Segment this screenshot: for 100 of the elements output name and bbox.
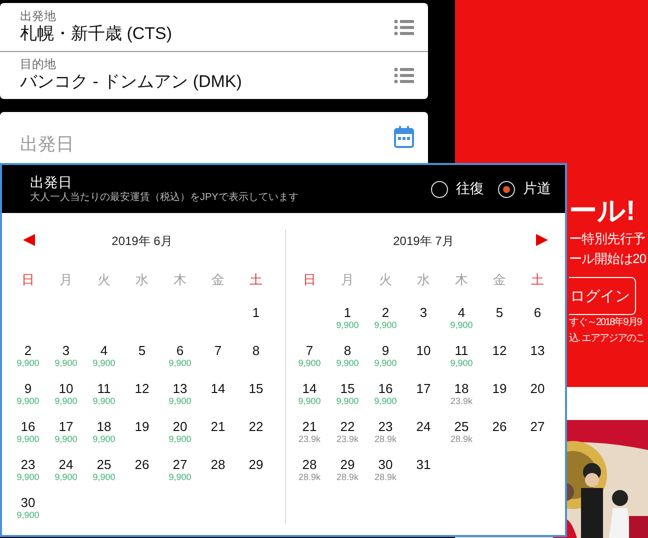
weekday-label: 日 xyxy=(22,271,34,289)
day-number[interactable]: 4 xyxy=(100,343,108,358)
field-label: 出発地 xyxy=(20,10,57,22)
weekday-label: 水 xyxy=(136,271,148,289)
day-number[interactable]: 10 xyxy=(58,381,74,396)
day-number[interactable]: 7 xyxy=(214,343,222,358)
promo-headline: ール! xyxy=(569,194,636,228)
day-number[interactable]: 13 xyxy=(530,343,545,358)
day-number[interactable]: 2 xyxy=(382,305,390,320)
fare-label: 9,900 xyxy=(54,358,78,369)
fare-label: 9,900 xyxy=(168,434,192,445)
day-number[interactable]: 20 xyxy=(172,419,188,434)
day-number[interactable]: 30 xyxy=(378,457,393,472)
day-number[interactable]: 5 xyxy=(496,305,504,320)
day-number[interactable]: 21 xyxy=(210,419,226,434)
day-number[interactable]: 6 xyxy=(176,343,184,358)
fare-label: 9,900 xyxy=(450,320,473,331)
day-number[interactable]: 26 xyxy=(134,457,150,472)
day-number[interactable]: 17 xyxy=(58,419,74,434)
fare-label: 9,900 xyxy=(336,396,359,407)
day-number[interactable]: 1 xyxy=(252,305,260,320)
day-number[interactable]: 8 xyxy=(252,343,260,358)
prev-month-arrow[interactable] xyxy=(23,234,35,246)
day-number[interactable]: 3 xyxy=(62,343,70,358)
day-number[interactable]: 21 xyxy=(302,419,317,434)
day-number[interactable]: 31 xyxy=(416,457,431,472)
weekday-label: 月 xyxy=(60,271,72,289)
fare-label: 9,900 xyxy=(450,358,473,369)
weekday-label: 金 xyxy=(492,271,506,289)
day-number[interactable]: 14 xyxy=(302,381,317,396)
day-number[interactable]: 18 xyxy=(454,381,469,396)
day-number[interactable]: 22 xyxy=(248,419,264,434)
day-number[interactable]: 4 xyxy=(458,305,466,320)
day-number[interactable]: 22 xyxy=(340,419,355,434)
day-number[interactable]: 12 xyxy=(492,343,507,358)
field-value: 札幌・新千歳 (CTS) xyxy=(20,22,172,44)
day-number[interactable]: 28 xyxy=(302,457,317,472)
day-number[interactable]: 16 xyxy=(378,381,393,396)
day-number[interactable]: 29 xyxy=(248,457,264,472)
day-number[interactable]: 19 xyxy=(134,419,150,434)
day-number[interactable]: 1 xyxy=(344,305,352,320)
day-number[interactable]: 8 xyxy=(344,343,352,358)
weekday-label: 火 xyxy=(98,271,110,289)
day-number[interactable]: 29 xyxy=(340,457,355,472)
day-number[interactable]: 24 xyxy=(58,457,74,472)
day-number[interactable]: 26 xyxy=(492,419,507,434)
day-number[interactable]: 23 xyxy=(378,419,393,434)
next-month-arrow[interactable] xyxy=(536,234,548,246)
field-value: バンコク - ドンムアン (DMK) xyxy=(20,71,242,93)
day-number[interactable]: 25 xyxy=(454,419,469,434)
weekday-label: 金 xyxy=(212,271,224,289)
weekday-label: 水 xyxy=(416,271,430,289)
radio-label[interactable]: 往復 xyxy=(456,180,484,198)
day-number[interactable]: 13 xyxy=(172,381,188,396)
weekday-label: 火 xyxy=(378,271,392,289)
fare-label: 28.9k xyxy=(374,472,396,483)
day-number[interactable]: 2 xyxy=(24,343,32,358)
airport-field[interactable]: 目的地 バンコク - ドンムアン (DMK) xyxy=(0,51,428,99)
day-number[interactable]: 25 xyxy=(96,457,112,472)
list-icon xyxy=(394,18,414,36)
day-number[interactable]: 15 xyxy=(248,381,264,396)
radio-button[interactable] xyxy=(431,180,448,198)
day-number[interactable]: 23 xyxy=(20,457,36,472)
calendar-icon xyxy=(394,126,414,148)
airport-field[interactable]: 出発地 札幌・新千歳 (CTS) xyxy=(0,3,428,51)
day-number[interactable]: 27 xyxy=(172,457,188,472)
day-number[interactable]: 16 xyxy=(20,419,36,434)
day-number[interactable]: 24 xyxy=(416,419,431,434)
fare-label: 28.9k xyxy=(336,472,358,483)
day-number[interactable]: 20 xyxy=(530,381,545,396)
day-number[interactable]: 5 xyxy=(138,343,146,358)
login-button[interactable]: ログイン xyxy=(569,277,636,315)
fare-label: 9,900 xyxy=(336,358,359,369)
day-number[interactable]: 19 xyxy=(492,381,507,396)
field-label: 目的地 xyxy=(20,58,57,71)
day-number[interactable]: 18 xyxy=(96,419,112,434)
day-number[interactable]: 27 xyxy=(530,419,545,434)
day-number[interactable]: 30 xyxy=(20,495,36,510)
promo-text: ー特別先行予 xyxy=(569,230,646,248)
day-number[interactable]: 17 xyxy=(416,381,431,396)
day-number[interactable]: 14 xyxy=(210,381,226,396)
fare-label: 9,900 xyxy=(92,396,116,407)
radio-button[interactable] xyxy=(498,180,515,198)
day-number[interactable]: 9 xyxy=(24,381,32,396)
day-number[interactable]: 6 xyxy=(534,305,542,320)
day-number[interactable]: 7 xyxy=(306,343,314,358)
fare-label: 9,900 xyxy=(168,396,192,407)
fare-label: 9,900 xyxy=(374,320,397,331)
day-number[interactable]: 9 xyxy=(382,343,390,358)
fare-label: 23.9k xyxy=(450,396,472,407)
day-number[interactable]: 15 xyxy=(340,381,355,396)
day-number[interactable]: 11 xyxy=(97,381,111,396)
day-number[interactable]: 11 xyxy=(454,343,468,358)
day-number[interactable]: 10 xyxy=(416,343,431,358)
fare-note: 大人一人当たりの最安運賃（税込）をJPYで表示しています xyxy=(30,191,298,205)
fare-label: 9,900 xyxy=(16,510,40,521)
day-number[interactable]: 12 xyxy=(134,381,150,396)
radio-label[interactable]: 片道 xyxy=(523,180,551,198)
day-number[interactable]: 3 xyxy=(420,305,428,320)
day-number[interactable]: 28 xyxy=(210,457,226,472)
